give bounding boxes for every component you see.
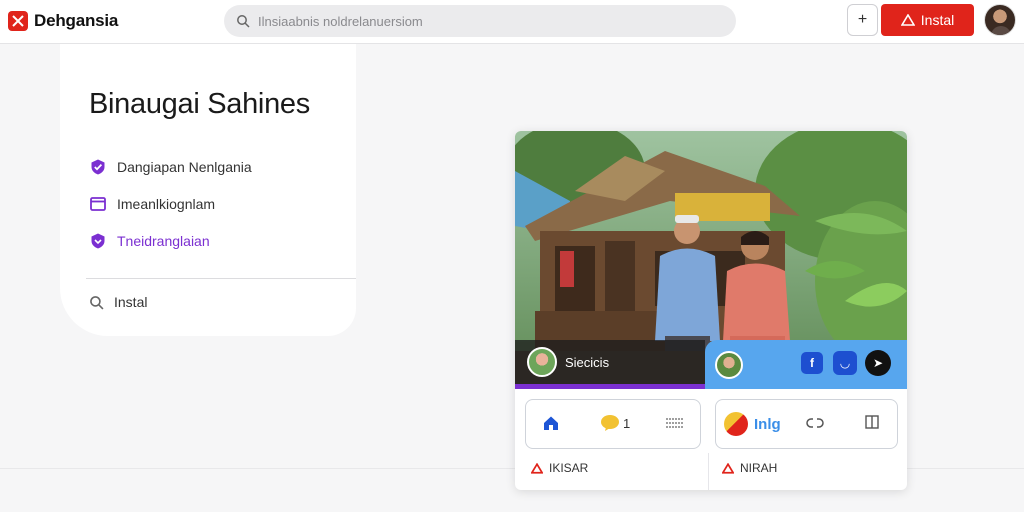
top-bar: Dehgansia + Instal <box>0 0 1024 44</box>
panel-install-label: Instal <box>114 294 148 310</box>
search-input[interactable] <box>258 13 698 29</box>
footer-right-label: NIRAH <box>740 461 778 475</box>
book-icon <box>865 415 879 429</box>
add-button-label: + <box>857 11 868 28</box>
menu-button[interactable] <box>666 417 684 429</box>
footer-right-link[interactable]: NIRAH <box>722 461 777 475</box>
menu-item-label: Dangiapan Nenlgania <box>117 159 252 175</box>
panel-title: Binaugai Sahines <box>89 88 310 120</box>
app-logo[interactable]: Dehgansia <box>8 11 118 31</box>
logo-icon <box>8 11 28 31</box>
warning-icon <box>722 462 734 474</box>
shield-icon <box>91 233 105 249</box>
check-shield-icon <box>91 159 105 175</box>
warning-icon <box>900 14 915 26</box>
search-bar[interactable] <box>224 5 736 37</box>
list-icon <box>666 418 684 428</box>
footer-left-link[interactable]: IKISAR <box>531 461 588 475</box>
install-button-label: Instal <box>920 12 955 28</box>
share-thumbnail[interactable] <box>715 350 743 379</box>
brand-logo-icon <box>724 412 748 436</box>
install-button[interactable]: Instal <box>881 4 974 36</box>
home-icon <box>544 416 558 430</box>
home-button[interactable] <box>542 414 560 432</box>
brand-link[interactable]: Inlg <box>724 412 781 436</box>
menu-item-label: Tneidranglaian <box>117 233 210 249</box>
bookmark-button[interactable] <box>864 414 880 430</box>
menu-item-1[interactable]: Imeanlkiognlam <box>89 195 215 213</box>
warning-icon <box>531 462 543 474</box>
menu-item-2[interactable]: Tneidranglaian <box>89 232 210 250</box>
panel-install-link[interactable]: Instal <box>89 294 147 310</box>
window-icon <box>90 197 106 211</box>
post-photo[interactable]: Siecicis f ◡ ➤ <box>515 131 907 389</box>
footer-left-label: IKISAR <box>549 461 589 475</box>
share-bar: f ◡ ➤ <box>705 340 907 389</box>
search-icon <box>90 295 104 309</box>
comment-count: 1 <box>623 415 631 431</box>
comments-button[interactable]: 1 <box>600 414 630 432</box>
story-bar[interactable]: Siecicis <box>515 340 705 389</box>
user-avatar[interactable] <box>984 4 1016 36</box>
side-panel: Binaugai Sahines Dangiapan Nenlgania Ime… <box>60 44 356 336</box>
search-icon <box>237 15 250 28</box>
brand-logo-text: Inlg <box>754 415 781 433</box>
facebook-icon[interactable]: f <box>801 352 823 374</box>
card-footer-divider <box>708 453 709 490</box>
story-thumbnail[interactable] <box>527 347 557 377</box>
add-button[interactable]: + <box>847 4 878 36</box>
link-button[interactable] <box>806 414 824 432</box>
panel-divider <box>86 278 356 279</box>
menu-item-label: Imeanlkiognlam <box>117 196 216 212</box>
post-card[interactable]: Siecicis f ◡ ➤ 1 Inlg IKISAR NIRAH <box>515 131 907 490</box>
app-name: Dehgansia <box>34 11 119 30</box>
messenger-icon[interactable]: ◡ <box>833 351 857 375</box>
menu-item-0[interactable]: Dangiapan Nenlgania <box>89 158 252 176</box>
action-bar-left: 1 <box>525 399 701 449</box>
chat-bubble-icon <box>601 415 619 431</box>
send-icon[interactable]: ➤ <box>865 350 891 376</box>
story-label: Siecicis <box>565 354 610 370</box>
action-bar-right: Inlg <box>715 399 898 449</box>
link-icon <box>806 418 824 428</box>
